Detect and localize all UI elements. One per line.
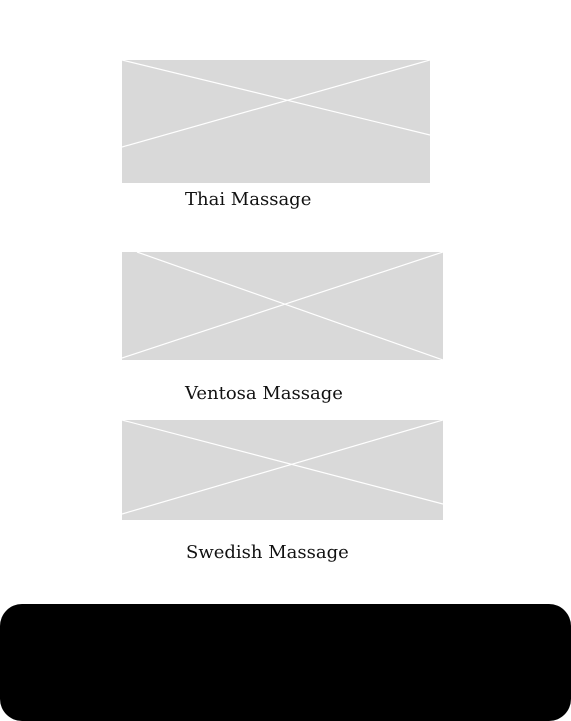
image-placeholder-icon xyxy=(122,60,430,148)
image-placeholder-icon xyxy=(122,420,443,515)
thai-massage-image-placeholder[interactable] xyxy=(122,60,430,183)
image-placeholder-icon xyxy=(122,252,443,360)
thai-massage-label[interactable]: Thai Massage xyxy=(185,191,311,209)
swedish-massage-label[interactable]: Swedish Massage xyxy=(186,544,349,562)
swedish-massage-image-placeholder[interactable] xyxy=(122,420,443,520)
ventosa-massage-image-placeholder[interactable] xyxy=(122,252,443,360)
bottom-navigation-bar xyxy=(0,604,571,721)
ventosa-massage-label[interactable]: Ventosa Massage xyxy=(185,385,343,403)
